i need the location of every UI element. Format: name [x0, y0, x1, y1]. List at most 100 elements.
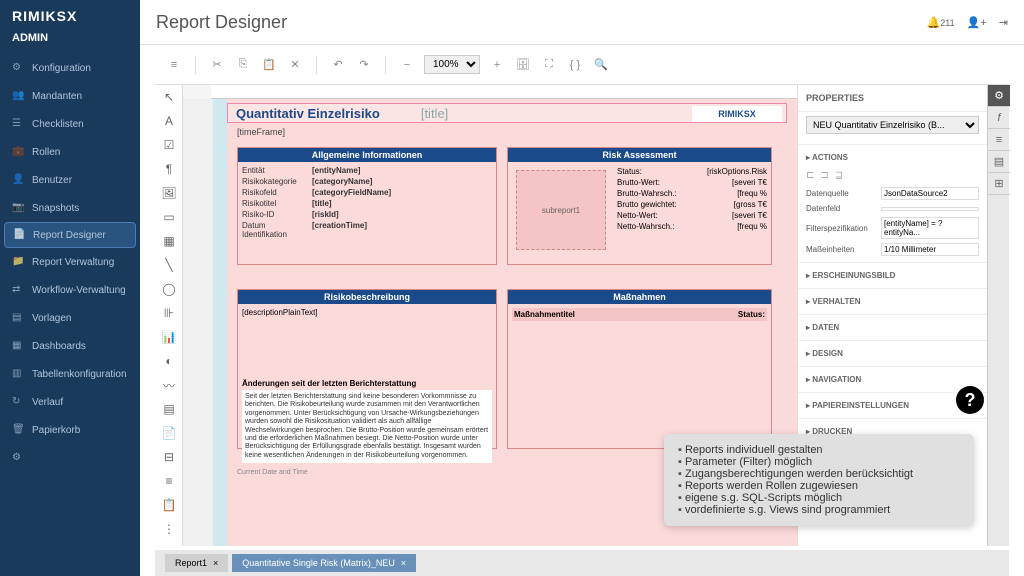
- bell-icon[interactable]: 🔔211: [927, 16, 955, 29]
- ruler-horizontal: [211, 85, 797, 99]
- panel1-header: Allgemeine Informationen: [238, 148, 496, 162]
- paste-icon[interactable]: 📋: [260, 56, 278, 74]
- toc-tool[interactable]: ⋮: [155, 517, 183, 541]
- changes-text[interactable]: Seit der letzten Berichterstattung sind …: [242, 390, 492, 463]
- side-tabs: ⚙ f ≡ ▤ ⊞: [987, 85, 1009, 546]
- nav-mandanten[interactable]: 👥Mandanten: [0, 82, 140, 110]
- timeframe-field[interactable]: [timeFrame]: [237, 127, 285, 137]
- text-tool[interactable]: A: [155, 109, 183, 133]
- panel-risk-assessment[interactable]: Risk Assessment subreport1 Status:[riskO…: [507, 147, 772, 265]
- doc-tool[interactable]: 📋: [155, 493, 183, 517]
- subreport-tool[interactable]: 📄: [155, 421, 183, 445]
- section-erscheinung[interactable]: ▸ ERSCHEINUNGSBILD: [806, 267, 979, 284]
- gauge-tool[interactable]: ◐: [155, 349, 183, 373]
- panel2-header: Risk Assessment: [508, 148, 771, 162]
- nav-vorlagen[interactable]: ▤Vorlagen: [0, 304, 140, 332]
- flow-icon: ⇄: [12, 284, 24, 296]
- report-title[interactable]: Quantitativ Einzelrisiko: [228, 104, 388, 123]
- ruler-vertical: [183, 99, 213, 546]
- nav-dashboards[interactable]: ▦Dashboards: [0, 332, 140, 360]
- nav-papierkorb[interactable]: 🗑Papierkorb: [0, 416, 140, 444]
- barcode-tool[interactable]: ⊪: [155, 301, 183, 325]
- cog-icon: ⚙: [12, 452, 24, 464]
- shape-tool[interactable]: ◯: [155, 277, 183, 301]
- tab-fields[interactable]: ≡: [988, 129, 1010, 151]
- nav-tabellen[interactable]: ▥Tabellenkonfiguration: [0, 360, 140, 388]
- copy-icon[interactable]: ⎘: [234, 56, 252, 74]
- close-icon[interactable]: ×: [401, 558, 406, 568]
- align-left-icon[interactable]: ⊏: [806, 170, 814, 181]
- richtext-tool[interactable]: ¶: [155, 157, 183, 181]
- fullscreen-icon[interactable]: ⛶: [540, 56, 558, 74]
- panel-tool[interactable]: ▭: [155, 205, 183, 229]
- tab-quantitative[interactable]: Quantitative Single Risk (Matrix)_NEU×: [232, 554, 416, 572]
- actions-header[interactable]: ▸ ACTIONS: [806, 149, 979, 166]
- tab-expressions[interactable]: f: [988, 107, 1010, 129]
- sparkline-tool[interactable]: 〰: [155, 373, 183, 397]
- panel-beschreibung[interactable]: Risikobeschreibung [descriptionPlainText…: [237, 289, 497, 449]
- pagebreak-tool[interactable]: ⊟: [155, 445, 183, 469]
- nav-konfiguration[interactable]: ⚙Konfiguration: [0, 54, 140, 82]
- zoom-select[interactable]: 100%: [424, 55, 480, 74]
- tab-tree[interactable]: ⊞: [988, 173, 1010, 195]
- title-placeholder[interactable]: [title]: [421, 106, 448, 121]
- script-icon[interactable]: { }: [566, 56, 584, 74]
- db-icon[interactable]: 🗄: [514, 56, 532, 74]
- image-tool[interactable]: 🖼: [155, 181, 183, 205]
- align-center-icon[interactable]: ⊐: [820, 170, 828, 181]
- section-papier[interactable]: ▸ PAPIEREINSTELLUNGEN: [806, 397, 979, 414]
- nav-report-designer[interactable]: 📄Report Designer: [4, 222, 136, 248]
- footer-date[interactable]: Current Date and Time: [237, 469, 308, 542]
- chart-tool[interactable]: 📊: [155, 325, 183, 349]
- element-select[interactable]: NEU Quantitativ Einzelrisiko (B...: [806, 116, 979, 134]
- undo-icon[interactable]: ↶: [329, 56, 347, 74]
- panel-massnahmen[interactable]: Maßnahmen Maßnahmentitel Status:: [507, 289, 772, 449]
- section-daten[interactable]: ▸ DATEN: [806, 319, 979, 336]
- section-navigation[interactable]: ▸ NAVIGATION: [806, 371, 979, 388]
- table-icon: ▥: [12, 368, 24, 380]
- nav-report-verwaltung[interactable]: 📁Report Verwaltung: [0, 248, 140, 276]
- zoom-in-icon[interactable]: +: [488, 56, 506, 74]
- delete-icon[interactable]: ✕: [286, 56, 304, 74]
- help-button[interactable]: ?: [956, 386, 984, 414]
- close-icon[interactable]: ×: [213, 558, 218, 568]
- changes-header: Änderungen seit der letzten Berichtersta…: [242, 377, 492, 390]
- nav-rollen[interactable]: 💼Rollen: [0, 138, 140, 166]
- trash-icon: 🗑: [12, 424, 24, 436]
- table-tool[interactable]: ▦: [155, 229, 183, 253]
- section-verhalten[interactable]: ▸ VERHALTEN: [806, 293, 979, 310]
- zoom-out-icon[interactable]: −: [398, 56, 416, 74]
- nav-benutzer[interactable]: 👤Benutzer: [0, 166, 140, 194]
- report-logo[interactable]: RIMIKSX: [692, 106, 782, 122]
- nav-workflow[interactable]: ⇄Workflow-Verwaltung: [0, 276, 140, 304]
- redo-icon[interactable]: ↷: [355, 56, 373, 74]
- checkbox-tool[interactable]: ☑: [155, 133, 183, 157]
- gear-icon: ⚙: [12, 62, 24, 74]
- title-band[interactable]: Quantitativ Einzelrisiko [title] RIMIKSX: [227, 103, 787, 123]
- user-add-icon[interactable]: 👤+: [967, 16, 987, 29]
- tab-report1[interactable]: Report1×: [165, 554, 228, 572]
- tab-explorer[interactable]: ▤: [988, 151, 1010, 173]
- menu-icon[interactable]: ≡: [165, 56, 183, 74]
- panel-allgemeine[interactable]: Allgemeine Informationen Entität[entityN…: [237, 147, 497, 265]
- cut-icon[interactable]: ✂: [208, 56, 226, 74]
- grid-icon: ▦: [12, 340, 24, 352]
- description-field[interactable]: [descriptionPlainText]: [242, 308, 492, 317]
- nav-snapshots[interactable]: 📷Snapshots: [0, 194, 140, 222]
- nav-verlauf[interactable]: ↻Verlauf: [0, 388, 140, 416]
- header-actions: 🔔211 👤+ ⇥: [927, 16, 1008, 29]
- preview-icon[interactable]: 🔍: [592, 56, 610, 74]
- document-icon: 📄: [13, 229, 25, 241]
- panel3-header: Risikobeschreibung: [238, 290, 496, 304]
- subreport1[interactable]: subreport1: [516, 170, 606, 250]
- tab-properties[interactable]: ⚙: [988, 85, 1010, 107]
- nav-settings[interactable]: ⚙: [0, 444, 140, 472]
- line-tool[interactable]: ╲: [155, 253, 183, 277]
- crossband-tool[interactable]: ≡: [155, 469, 183, 493]
- logout-icon[interactable]: ⇥: [999, 16, 1008, 29]
- section-design[interactable]: ▸ DESIGN: [806, 345, 979, 362]
- align-right-icon[interactable]: ⊒: [835, 170, 843, 181]
- pointer-tool[interactable]: ↖: [155, 85, 183, 109]
- pivot-tool[interactable]: ▤: [155, 397, 183, 421]
- nav-checklisten[interactable]: ☰Checklisten: [0, 110, 140, 138]
